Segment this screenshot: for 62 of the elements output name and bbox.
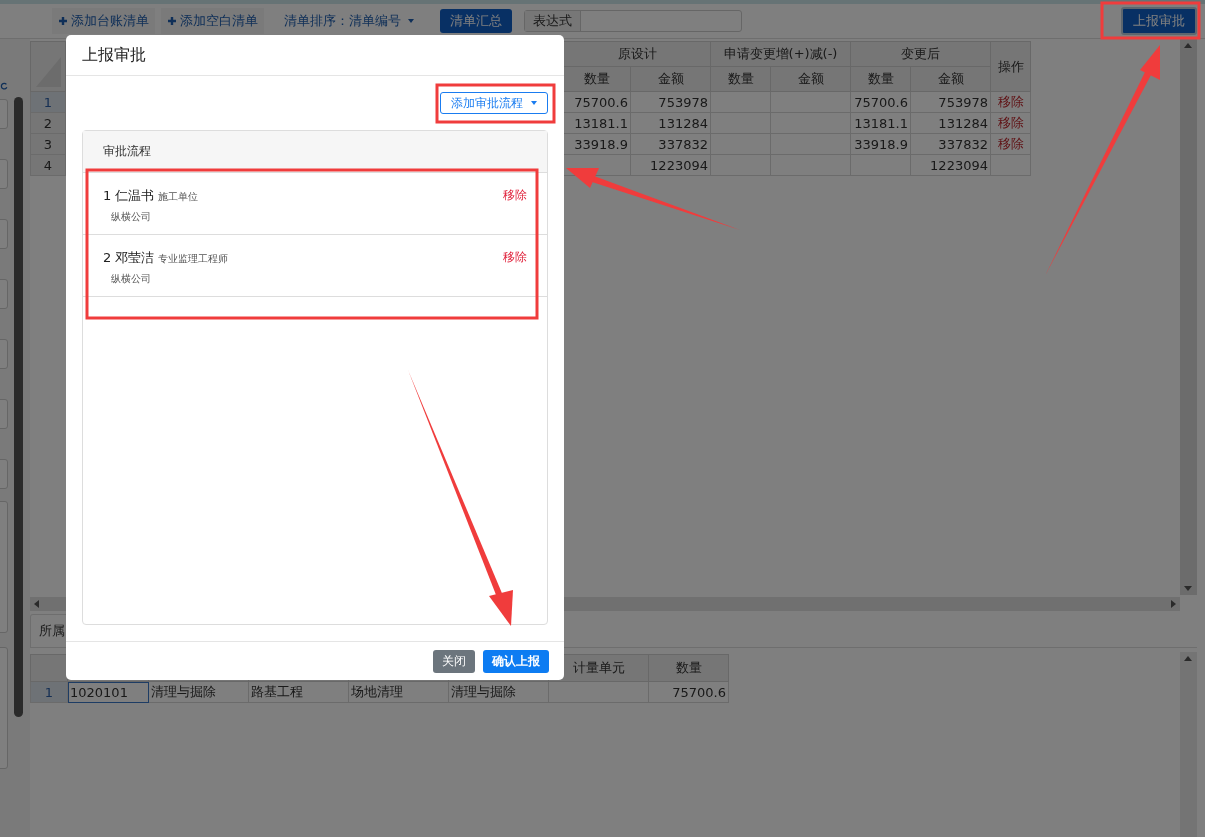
- caret-icon: [408, 19, 414, 23]
- sort-dropdown[interactable]: 清单排序：清单编号: [278, 8, 420, 34]
- table-cell: 75700.6: [648, 681, 729, 703]
- table-cell: 75700.6: [850, 91, 911, 113]
- table-cell: 清理与掘除: [448, 681, 549, 703]
- company-name: 纵横公司: [111, 210, 152, 224]
- column-header: 变更后: [850, 41, 991, 67]
- scrollbar[interactable]: [1180, 39, 1197, 595]
- approver-role: 专业监理工程师: [158, 253, 229, 264]
- column-header: 金额: [630, 66, 711, 92]
- row-number[interactable]: 2: [30, 112, 66, 134]
- caret-icon: [531, 101, 537, 105]
- expression-field[interactable]: 表达式: [524, 10, 742, 32]
- table-cell: 1020101: [67, 681, 149, 703]
- dialog-title: 上报审批: [82, 44, 146, 66]
- remove-link[interactable]: 移除: [503, 187, 527, 222]
- row-number[interactable]: 1: [30, 91, 66, 113]
- card-title: 审批流程: [103, 143, 151, 160]
- column-header: 金额: [770, 66, 851, 92]
- column-header: 数量: [648, 654, 729, 682]
- report-button[interactable]: 上报审批: [1121, 7, 1197, 35]
- row-number[interactable]: 1: [30, 681, 68, 703]
- table-cell: 753978: [910, 91, 991, 113]
- table-cell: 路基工程: [248, 681, 349, 703]
- company-name: 纵横公司: [111, 272, 152, 286]
- table-cell: 33918.9: [850, 133, 911, 155]
- row-number[interactable]: 4: [30, 154, 66, 176]
- column-header: 原设计: [563, 41, 711, 67]
- confirm-button[interactable]: 确认上报: [483, 649, 549, 673]
- approver-role: 施工单位: [158, 191, 199, 202]
- approver-name: 2 邓莹洁: [103, 250, 155, 265]
- table-cell: 1223094: [630, 154, 711, 176]
- refresh-icon[interactable]: [0, 81, 8, 91]
- table-cell: 场地清理: [348, 681, 449, 703]
- scroll-up-icon[interactable]: [1184, 656, 1192, 661]
- table-cell: 753978: [630, 91, 711, 113]
- table-cell: 1223094: [910, 154, 991, 176]
- table-cell: 337832: [630, 133, 711, 155]
- scroll-right-icon[interactable]: [1171, 600, 1176, 608]
- table-cell: 13181.1: [850, 112, 911, 134]
- add-button[interactable]: 添加空白清单: [161, 8, 264, 34]
- table-cell: 清理与掘除: [148, 681, 249, 703]
- plus-icon: [167, 16, 177, 26]
- remove-link[interactable]: 移除: [503, 249, 527, 284]
- plus-icon: [58, 16, 68, 26]
- add-button[interactable]: 添加台账清单: [52, 8, 155, 34]
- table-cell: 337832: [910, 133, 991, 155]
- close-button[interactable]: 关闭: [433, 649, 475, 673]
- table-cell: 131284: [630, 112, 711, 134]
- summary-button[interactable]: 清单汇总: [440, 9, 512, 33]
- row-number[interactable]: 3: [30, 133, 66, 155]
- column-header: 操作: [990, 41, 1031, 92]
- column-header: 金额: [910, 66, 991, 92]
- column-header: 申请变更增(+)减(-): [710, 41, 851, 67]
- approver-name: 1 仁温书: [103, 188, 155, 203]
- scroll-down-icon[interactable]: [1184, 586, 1192, 591]
- add-flow-button[interactable]: 添加审批流程: [440, 92, 548, 114]
- scrollbar[interactable]: [1180, 652, 1197, 837]
- table-cell: 131284: [910, 112, 991, 134]
- scrollbar-thumb[interactable]: [14, 97, 23, 717]
- scroll-up-icon[interactable]: [1184, 43, 1192, 48]
- scroll-left-icon[interactable]: [34, 600, 39, 608]
